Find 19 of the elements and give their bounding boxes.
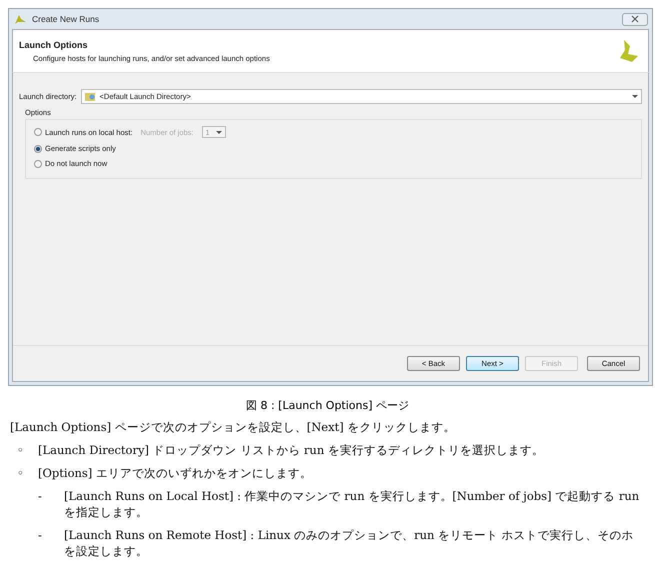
body-text: を指定します。	[64, 504, 149, 520]
body-text: [Launch Runs on Local Host] : 作業中のマシンで run を実行します。[Number of jobs] で起動する run	[64, 488, 640, 504]
body-text: [Options] エリアで次のいずれかをオンにします。	[38, 465, 312, 481]
list-marker: ◦	[17, 442, 25, 458]
body-text: [Launch Directory] ドロップダウン リストから run を実行するディレクトリを選択します。	[38, 442, 544, 458]
body-text: [Launch Runs on Remote Host] : Linux のみのオプションで、run をリモート ホストで実行し、そのホ	[64, 527, 634, 543]
folder-icon	[84, 92, 96, 101]
body-text: [Launch Options] ページで次のオプションを設定し、[Next] をクリックします。	[10, 419, 456, 435]
body-text: を設定します。	[64, 543, 149, 559]
close-button[interactable]	[622, 12, 648, 26]
page-title: Launch Options	[19, 40, 88, 50]
list-marker: -	[38, 527, 43, 544]
list-marker: ◦	[17, 465, 25, 481]
figure-caption: 図 8 : [Launch Options] ページ	[244, 398, 410, 413]
app-logo-icon	[13, 13, 27, 25]
list-marker: -	[38, 488, 43, 505]
close-icon	[631, 15, 639, 23]
window-title: Create New Runs	[32, 14, 100, 24]
caret-icon	[632, 95, 638, 98]
